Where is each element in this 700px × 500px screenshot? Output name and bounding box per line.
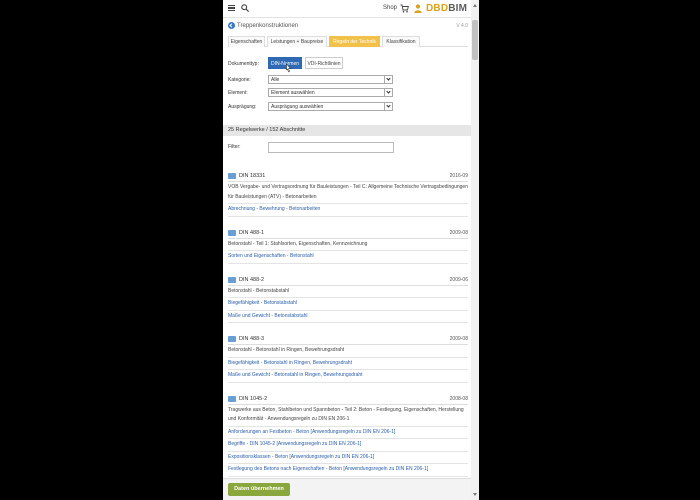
entry-header[interactable]: DIN 1045-2 2008-08 [228,393,468,405]
entry-section-link[interactable]: Biegefähigkeit - Betonstabstahl [228,298,468,311]
tab-eigenschaften[interactable]: Eigenschaften [228,36,265,47]
category-label: Kategorie: [228,77,251,83]
result-entry: DIN 488-3 2009-08 Betonstahl - Betonstah… [228,333,468,383]
result-entry: DIN 488-1 2009-08 Betonstahl - Teil 1: S… [228,227,468,264]
category-row: Kategorie: Alle [228,75,468,86]
results-list: DIN 18331 2016-09 VOB Vergabe- und Vertr… [228,170,468,477]
doctype-vdi-richtlinien-button[interactable]: VDI-Richtlinien [305,57,343,69]
title-row: Treppenkonstruktionen V 4.0 [228,22,468,32]
back-icon[interactable] [228,22,235,29]
doctype-row: Dokumenttyp: DIN-Normen VDI-Richtlinien [228,57,468,73]
entry-section-link[interactable]: Maße und Gewicht - Betonstahl in Ringen,… [228,370,468,383]
entry-section-link[interactable]: Maße und Gewicht - Betonstabstahl [228,311,468,323]
page-title: Treppenkonstruktionen [237,23,299,29]
tab-regeln-der-technik[interactable]: Regeln der Technik [329,36,380,47]
top-bar: Shop DBDBIM [223,0,471,18]
version-label: V 4.0 [456,23,468,29]
entry-code: DIN 488-1 [239,229,265,236]
entry-date: 2016-09 [449,173,468,179]
entry-header[interactable]: DIN 488-1 2009-08 [228,227,468,239]
document-icon [228,276,236,283]
scroll-up-arrow-icon[interactable] [473,4,477,7]
scrollbar[interactable] [471,0,479,500]
mouse-cursor-icon [286,64,291,73]
entry-description: Betonstahl - Betonstahl in Ringen, Beweh… [228,345,468,358]
entry-section-link[interactable]: Expositionsklassen - Beton [Anwendungsre… [228,452,468,464]
search-icon[interactable] [241,4,249,12]
user-icon[interactable] [414,4,422,13]
entry-code: DIN 488-2 [239,276,265,283]
entry-description: Betonstahl - Betonstabstahl [228,286,468,298]
entry-date: 2009-08 [449,229,468,236]
result-entry: DIN 488-2 2009-06 Betonstahl - Betonstab… [228,274,468,323]
filter-input[interactable] [268,142,394,153]
document-icon [228,336,236,342]
entry-date: 2009-08 [449,336,468,342]
tab-leistungen-baupreise[interactable]: Leistungen + Baupreise [267,36,327,47]
entry-section-link[interactable]: Begriffe - DIN 1045-2 [Anwendungsregeln … [228,439,468,452]
shop-link[interactable]: Shop [383,5,397,11]
chevron-down-icon [384,89,392,96]
footer-bar: Daten übernehmen [223,478,471,500]
chevron-down-icon [384,76,392,83]
variant-row: Ausprägung: Ausprägung auswählen [228,102,468,113]
element-select[interactable]: Element auswählen [268,88,393,97]
scrollbar-thumb[interactable] [472,20,478,60]
scroll-down-arrow-icon[interactable] [473,493,477,496]
app-panel: Shop DBDBIM Treppenkonstruktionen V 4.0 … [223,0,479,500]
entry-header[interactable]: DIN 488-2 2009-06 [228,274,468,286]
element-label: Element: [228,90,248,96]
document-icon [228,395,236,402]
entry-section-link[interactable]: Abrechnung - Bewehrung - Betonarbeiten [228,204,468,217]
result-count-text: 25 Regelwerke / 152 Abschnitte [228,127,306,133]
variant-select[interactable]: Ausprägung auswählen [268,102,393,111]
element-row: Element: Element auswählen [228,88,468,99]
result-entry: DIN 18331 2016-09 VOB Vergabe- und Vertr… [228,170,468,217]
brand-logo[interactable]: DBDBIM [426,3,467,14]
entry-description: Betonstahl - Teil 1: Stahlsorten, Eigens… [228,239,468,251]
entry-code: DIN 18331 [239,173,266,179]
hamburger-menu-icon[interactable] [228,5,235,12]
chevron-down-icon [384,103,392,110]
doctype-label: Dokumenttyp: [228,61,259,67]
entry-header[interactable]: DIN 488-3 2009-08 [228,333,468,345]
cart-icon[interactable] [400,4,409,13]
entry-section-link[interactable]: Anforderungen an Festbeton - Beton [Anwe… [228,427,468,439]
result-entry: DIN 1045-2 2008-08 Tragwerke aus Beton, … [228,393,468,477]
result-count-bar: 25 Regelwerke / 152 Abschnitte [223,125,471,136]
category-select[interactable]: Alle [268,75,393,84]
entry-date: 2009-06 [449,276,468,283]
tab-bar: Eigenschaften Leistungen + Baupreise Reg… [228,36,468,47]
variant-label: Ausprägung: [228,104,257,110]
document-icon [228,229,236,236]
entry-code: DIN 1045-2 [239,395,268,402]
entry-description: Tragwerke aus Beton, Stahlbeton und Span… [228,405,468,427]
entry-header[interactable]: DIN 18331 2016-09 [228,170,468,182]
filter-label: Filter: [228,144,241,150]
filter-row: Filter: [228,142,468,154]
entry-code: DIN 488-3 [239,336,265,342]
entry-section-link[interactable]: Biegefähigkeit - Betonstahl in Ringen, B… [228,358,468,370]
entry-description: VOB Vergabe- und Vertragsordnung für Bau… [228,182,468,204]
entry-section-link[interactable]: Sorten und Eigenschaften - Betonstahl [228,251,468,264]
document-icon [228,173,236,179]
submit-data-button[interactable]: Daten übernehmen [228,483,290,496]
entry-section-link[interactable]: Festlegung des Betons nach Eigenschaften… [228,464,468,477]
entry-date: 2008-08 [449,395,468,402]
tab-klassifikation[interactable]: Klassifikation [382,36,420,47]
